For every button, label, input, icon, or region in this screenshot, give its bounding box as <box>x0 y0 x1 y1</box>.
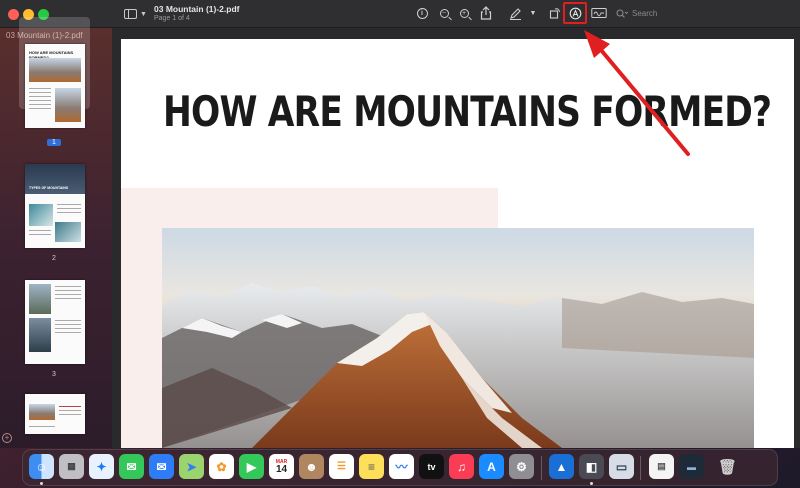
mail-icon[interactable]: ✉ <box>149 454 174 479</box>
music-icon[interactable]: ♫ <box>449 454 474 479</box>
page-number-2: 2 <box>52 255 56 262</box>
thumbnail-image <box>29 318 51 352</box>
reminders-icon[interactable]: ☰ <box>329 454 354 479</box>
zoom-in-button[interactable]: + <box>456 5 472 21</box>
page-heading: HOW ARE MOUNTAINS FORMED? <box>163 87 772 136</box>
thumbnail-page-1[interactable]: HOW ARE MOUNTAINS FORMED? <box>25 44 85 128</box>
mountain-photo <box>162 228 754 448</box>
app-store-icon[interactable]: A <box>479 454 504 479</box>
rotate-button[interactable] <box>547 5 563 21</box>
launchpad-icon[interactable]: ▦ <box>59 454 84 479</box>
mountain-illustration <box>162 283 754 448</box>
photos-icon[interactable]: ✿ <box>209 454 234 479</box>
thumbnail-image <box>29 204 53 226</box>
sidebar-toggle-icon <box>124 9 137 19</box>
thumbnail-image <box>55 222 81 242</box>
facetime-icon[interactable]: ▶ <box>239 454 264 479</box>
thumbnail-page-3[interactable] <box>25 280 85 364</box>
search-icon <box>616 8 628 18</box>
markup-button[interactable] <box>507 5 523 21</box>
annotate-highlight-box <box>563 2 587 24</box>
freeform-icon[interactable]: 〰 <box>389 454 414 479</box>
thumbnail-page-4[interactable] <box>25 394 85 434</box>
zoom-in-icon: + <box>459 8 469 18</box>
contacts-icon[interactable]: ☻ <box>299 454 324 479</box>
signature-icon <box>591 8 607 18</box>
dock: ☺ ▦ ✦ ✉ ✉ ➤ ✿ ▶ MAR 14 ☻ ☰ ≡ 〰 tv ♫ A ⚙ … <box>22 449 778 486</box>
thumbnail-page-2[interactable]: TYPES OF MOUNTAINS <box>25 164 85 248</box>
zoom-out-icon: − <box>439 8 449 18</box>
chevron-down-icon: ▼ <box>140 10 147 18</box>
chevron-down-icon: ▼ <box>529 9 537 17</box>
notes-icon[interactable]: ≡ <box>359 454 384 479</box>
calendar-icon[interactable]: MAR 14 <box>269 454 294 479</box>
rotate-icon <box>549 8 560 19</box>
preview-window: ▼ 03 Mountain (1)-2.pdf Page 1 of 4 i − … <box>0 0 800 448</box>
zoom-out-button[interactable]: − <box>436 5 452 21</box>
close-window-button[interactable] <box>8 9 19 20</box>
info-button[interactable]: i <box>414 5 430 21</box>
pdf-page[interactable]: HOW ARE MOUNTAINS FORMED? <box>121 39 794 448</box>
page-number-1: 1 <box>47 139 61 146</box>
screenshot-icon[interactable]: ▭ <box>609 454 634 479</box>
safari-icon[interactable]: ✦ <box>89 454 114 479</box>
xcode-icon[interactable]: ▲ <box>549 454 574 479</box>
thumbnail-heading: TYPES OF MOUNTAINS <box>29 186 69 190</box>
share-button[interactable] <box>478 5 494 21</box>
title-bar: ▼ 03 Mountain (1)-2.pdf Page 1 of 4 i − … <box>0 0 800 28</box>
signature-button[interactable] <box>590 5 608 21</box>
info-icon: i <box>416 7 428 19</box>
finder-icon[interactable]: ☺ <box>29 454 54 479</box>
thumbnail-image <box>29 58 81 82</box>
document-icon[interactable]: ▤ <box>649 454 674 479</box>
markup-pen-icon <box>509 7 521 20</box>
sidebar-toggle-button[interactable]: ▼ <box>124 6 148 22</box>
thumbnail-image <box>29 284 51 314</box>
search-placeholder: Search <box>632 9 658 18</box>
page-number-3: 3 <box>52 371 56 378</box>
page-indicator: Page 1 of 4 <box>154 15 190 22</box>
markup-menu-button[interactable]: ▼ <box>528 5 538 21</box>
tv-icon[interactable]: tv <box>419 454 444 479</box>
search-field[interactable]: Search <box>616 6 706 21</box>
desktop-icon[interactable]: ▬ <box>679 454 704 479</box>
system-settings-icon[interactable]: ⚙ <box>509 454 534 479</box>
share-icon <box>480 6 492 20</box>
messages-icon[interactable]: ✉ <box>119 454 144 479</box>
document-title: 03 Mountain (1)-2.pdf <box>154 4 240 14</box>
trash-icon[interactable]: 🗑 <box>715 454 740 479</box>
thumbnail-image <box>55 88 81 122</box>
add-page-button[interactable]: + <box>2 433 12 443</box>
preview-icon[interactable]: ◧ <box>579 454 604 479</box>
thumbnail-image <box>29 404 55 420</box>
maps-icon[interactable]: ➤ <box>179 454 204 479</box>
calendar-day: 14 <box>275 463 288 475</box>
